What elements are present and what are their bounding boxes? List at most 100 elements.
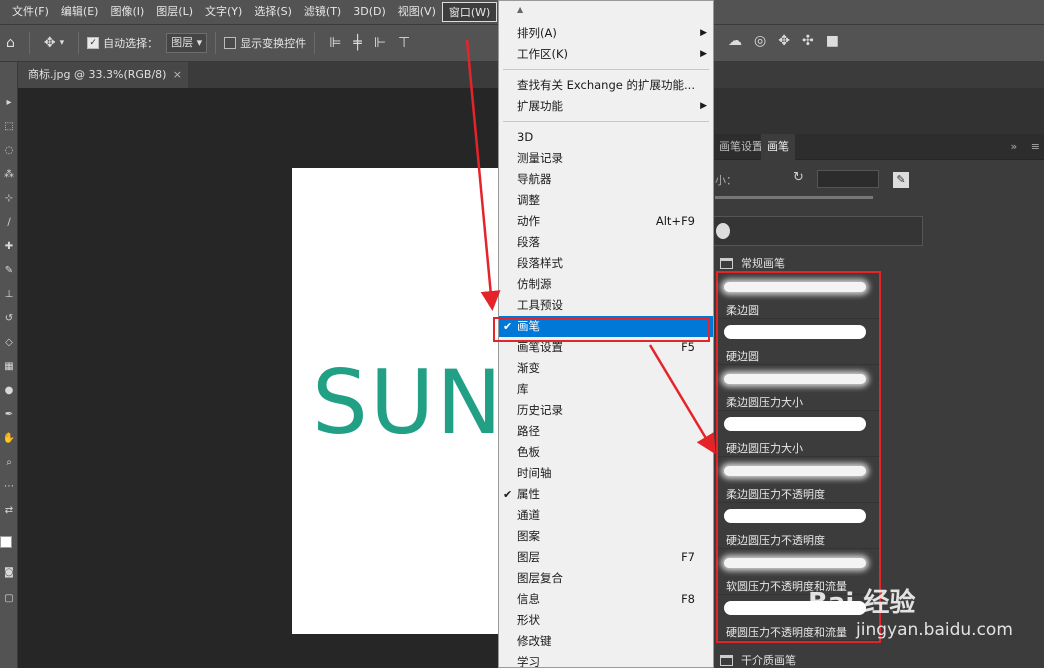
brush-group-dry-media[interactable]: 干介质画笔: [713, 650, 796, 668]
close-icon[interactable]: ×: [173, 62, 182, 88]
3d-slide-icon[interactable]: ✣: [802, 33, 814, 49]
window-menu-item[interactable]: 工具预设: [499, 295, 713, 316]
3d-camera-icon[interactable]: ■: [826, 33, 839, 49]
swap-colors-icon[interactable]: ⇄: [0, 504, 18, 518]
stamp-tool-icon[interactable]: ⊥: [0, 288, 18, 302]
window-menu-item-label: 渐变: [517, 361, 540, 375]
brush-preset[interactable]: 柔边圆压力大小: [718, 365, 879, 411]
window-menu-item-label: 学习: [517, 655, 540, 668]
menu-item[interactable]: 滤镜(T): [298, 2, 347, 22]
window-menu-item[interactable]: 导航器: [499, 169, 713, 190]
window-menu-item[interactable]: 历史记录: [499, 400, 713, 421]
zoom-tool-icon[interactable]: ⌕: [0, 456, 18, 470]
menu-item[interactable]: 文字(Y): [199, 2, 248, 22]
brush-preset[interactable]: 硬边圆压力大小: [718, 411, 879, 457]
hand-tool-icon[interactable]: ✋: [0, 432, 18, 446]
window-menu-item[interactable]: 仿制源: [499, 274, 713, 295]
align-top-icon[interactable]: ⊤: [398, 35, 410, 51]
document-canvas[interactable]: SUN: [292, 168, 512, 634]
window-menu-item[interactable]: 时间轴: [499, 463, 713, 484]
window-menu-item[interactable]: 图案: [499, 526, 713, 547]
quick-select-tool-icon[interactable]: ⁂: [0, 168, 18, 182]
tab-brushes[interactable]: 画笔: [761, 134, 795, 160]
menu-item[interactable]: 图层(L): [150, 2, 199, 22]
window-menu-item-label: 3D: [517, 130, 534, 144]
align-center-icon[interactable]: ╪: [353, 35, 361, 51]
window-menu-item[interactable]: 调整: [499, 190, 713, 211]
show-transform-checkbox[interactable]: [224, 37, 237, 49]
quick-mask-icon[interactable]: ◙: [0, 566, 18, 580]
align-right-icon[interactable]: ⊩: [374, 35, 386, 51]
move-tool-icon[interactable]: ▸: [0, 96, 18, 110]
chevron-down-icon[interactable]: ▾: [60, 38, 65, 48]
collapse-icon[interactable]: »: [1011, 140, 1018, 153]
brush-tool-icon[interactable]: ✎: [0, 264, 18, 278]
window-menu-item[interactable]: 段落样式: [499, 253, 713, 274]
menu-item[interactable]: 选择(S): [248, 2, 298, 22]
document-tab[interactable]: 商标.jpg @ 33.3%(RGB/8) ×: [18, 62, 188, 88]
window-menu-item[interactable]: 图层 F7: [499, 547, 713, 568]
align-left-icon[interactable]: ⊫: [329, 35, 341, 51]
menu-item[interactable]: 文件(F): [6, 2, 55, 22]
healing-tool-icon[interactable]: ✚: [0, 240, 18, 254]
window-menu-item[interactable]: 测量记录: [499, 148, 713, 169]
window-menu-item[interactable]: 色板: [499, 442, 713, 463]
home-icon[interactable]: ⌂: [6, 35, 15, 51]
window-menu-item[interactable]: 段落: [499, 232, 713, 253]
recent-brushes[interactable]: [713, 216, 923, 246]
window-menu-item[interactable]: 通道: [499, 505, 713, 526]
size-slider[interactable]: [715, 196, 873, 199]
window-menu-item[interactable]: 信息 F8: [499, 589, 713, 610]
window-menu-item[interactable]: ✔ 属性: [499, 484, 713, 505]
crop-tool-icon[interactable]: ⊹: [0, 192, 18, 206]
window-menu-item[interactable]: 渐变: [499, 358, 713, 379]
window-menu-item[interactable]: 工作区(K) ▶: [499, 44, 713, 65]
screen-mode-icon[interactable]: ▢: [0, 592, 18, 606]
menu-item[interactable]: 3D(D): [347, 2, 392, 22]
gradient-tool-icon[interactable]: ▦: [0, 360, 18, 374]
auto-select-checkbox[interactable]: ✓: [87, 37, 100, 49]
foreground-color-swatch[interactable]: [0, 536, 12, 548]
size-input[interactable]: [817, 170, 879, 188]
window-menu-item[interactable]: 图层复合: [499, 568, 713, 589]
window-menu-item[interactable]: 扩展功能 ▶: [499, 96, 713, 117]
3d-pan-icon[interactable]: ✥: [778, 33, 790, 49]
menu-item[interactable]: 视图(V): [392, 2, 442, 22]
menu-item[interactable]: 窗口(W): [441, 2, 498, 22]
window-menu-item[interactable]: 形状: [499, 610, 713, 631]
eyedropper-tool-icon[interactable]: ∕: [0, 216, 18, 230]
brush-preset[interactable]: 硬边圆: [718, 319, 879, 365]
history-brush-icon[interactable]: ↺: [0, 312, 18, 326]
menu-item[interactable]: 编辑(E): [55, 2, 105, 22]
pen-tool-icon[interactable]: ✒: [0, 408, 18, 422]
window-menu-item[interactable]: 查找有关 Exchange 的扩展功能...: [499, 75, 713, 96]
marquee-tool-icon[interactable]: ⬚: [0, 120, 18, 134]
window-menu-item[interactable]: 动作 Alt+F9: [499, 211, 713, 232]
3d-orbit-icon[interactable]: ☁: [728, 33, 742, 49]
reset-icon[interactable]: ↻: [793, 170, 804, 185]
brush-edit-icon[interactable]: ✎: [893, 172, 909, 188]
window-menu-item[interactable]: 学习: [499, 652, 713, 668]
brush-preset[interactable]: 柔边圆压力不透明度: [718, 457, 879, 503]
brush-preset[interactable]: 硬边圆压力不透明度: [718, 503, 879, 549]
window-menu-item[interactable]: 修改键: [499, 631, 713, 652]
menu-item[interactable]: 图像(I): [104, 2, 150, 22]
window-menu-item[interactable]: 路径: [499, 421, 713, 442]
scroll-up-icon[interactable]: ▲: [517, 5, 523, 14]
brush-preset[interactable]: 柔边圆: [718, 273, 879, 319]
window-menu-item[interactable]: 3D: [499, 127, 713, 148]
3d-roll-icon[interactable]: ◎: [754, 33, 766, 49]
tools-panel: ▸ ⬚ ◌ ⁂ ⊹ ∕ ✚ ✎ ⊥ ↺ ◇ ▦ ● ✒ ✋ ⌕ ⋯ ⇄ ◙ ▢: [0, 62, 18, 668]
window-menu-item-label: 通道: [517, 508, 540, 522]
window-menu-item[interactable]: 排列(A) ▶: [499, 23, 713, 44]
window-menu-item[interactable]: 库: [499, 379, 713, 400]
move-tool-icon[interactable]: ✥: [44, 35, 56, 51]
lasso-tool-icon[interactable]: ◌: [0, 144, 18, 158]
recent-brush-preview[interactable]: [716, 223, 730, 239]
more-tools-icon[interactable]: ⋯: [0, 480, 18, 494]
dodge-tool-icon[interactable]: ●: [0, 384, 18, 398]
window-menu-item-label: 图层: [517, 550, 540, 564]
eraser-tool-icon[interactable]: ◇: [0, 336, 18, 350]
layer-select-dropdown[interactable]: 图层 ▾: [166, 33, 208, 53]
panel-menu-icon[interactable]: ≡: [1031, 140, 1040, 153]
